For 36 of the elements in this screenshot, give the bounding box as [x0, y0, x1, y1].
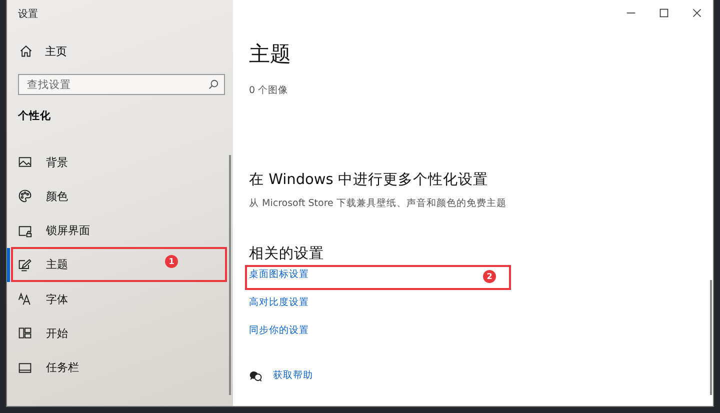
close-icon: [692, 8, 702, 18]
font-icon: [18, 292, 32, 306]
palette-icon: [18, 189, 32, 204]
step-number-badge: 2: [483, 270, 496, 283]
nav-item[interactable]: 锁屏界面: [7, 214, 233, 248]
picture-icon: [18, 155, 32, 169]
description: 从 Microsoft Store 下载兼具壁纸、声音和颜色的免费主题: [249, 197, 508, 210]
scrollbar[interactable]: [229, 155, 231, 395]
nav-item[interactable]: 字体: [7, 282, 233, 316]
nav-item[interactable]: 颜色: [7, 179, 233, 214]
maximize-icon: [658, 8, 668, 18]
nav-item[interactable]: 任务栏: [7, 350, 233, 385]
start-icon: [18, 326, 32, 340]
brush-icon: [18, 258, 32, 272]
search-icon: [208, 79, 219, 90]
section-heading: 相关的设置: [249, 245, 325, 263]
chat-bubbles-icon: [249, 370, 262, 382]
step-number-badge: 1: [165, 254, 178, 268]
section-heading: 在 Windows 中进行更多个性化设置: [249, 171, 489, 189]
help-link[interactable]: 获取帮助: [273, 369, 313, 382]
settings-link[interactable]: 桌面图标设置: [249, 268, 309, 281]
section-heading: 个性化: [18, 109, 52, 123]
settings-link[interactable]: 同步你的设置: [249, 324, 309, 337]
home-icon: [19, 44, 33, 58]
page-title: 主题: [249, 41, 292, 68]
nav-item[interactable]: 开始: [7, 316, 233, 350]
taskbar-icon: [18, 360, 32, 375]
image-count: 0 个图像: [249, 84, 290, 97]
scrollbar[interactable]: [710, 280, 712, 395]
search-field[interactable]: 查找设置: [18, 74, 225, 95]
nav-item[interactable]: 背景: [7, 145, 233, 179]
window-title: 设置: [18, 8, 39, 21]
lock-screen-icon: [18, 224, 32, 238]
settings-link[interactable]: 高对比度设置: [249, 296, 309, 309]
home-label: 主页: [45, 44, 67, 58]
home-nav-item[interactable]: 主页: [19, 41, 219, 61]
